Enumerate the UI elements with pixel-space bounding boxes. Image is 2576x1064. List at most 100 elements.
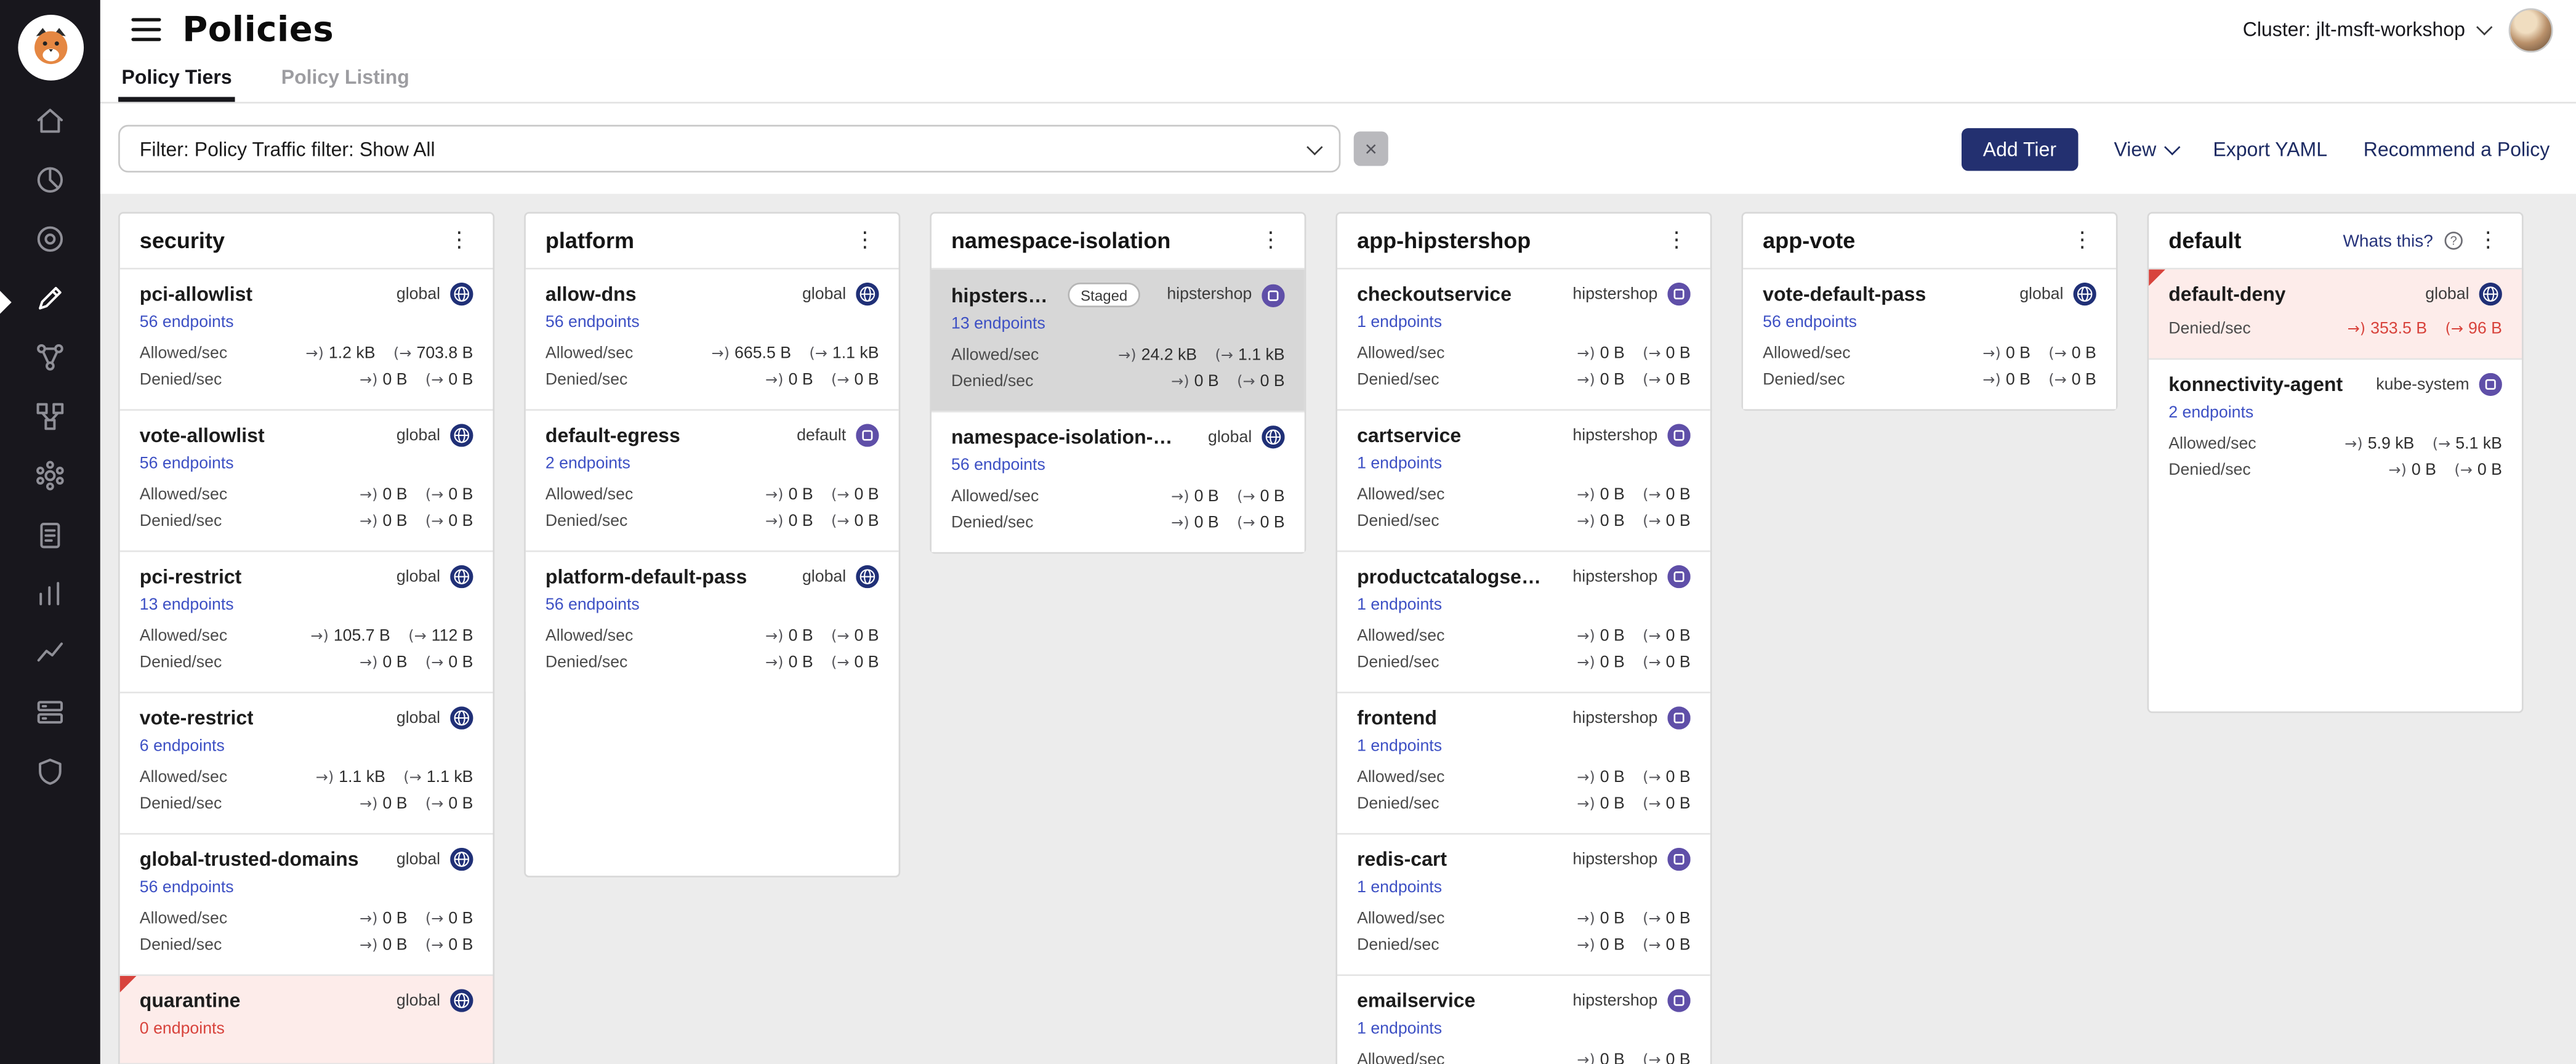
policy-card[interactable]: productcatalogservicehipstershop1 endpoi… <box>1337 552 1710 693</box>
tab-policy-tiers[interactable]: Policy Tiers <box>118 66 235 102</box>
egress-amount: 0 B <box>448 792 473 818</box>
policy-card[interactable]: vote-default-passglobal56 endpointsAllow… <box>1743 270 2116 409</box>
traffic-row: Allowed/sec→)1.1 kB(→1.1 kB <box>140 765 473 792</box>
policy-card[interactable]: checkoutservicehipstershop1 endpointsAll… <box>1337 270 1710 411</box>
tier-header: security⋮ <box>120 214 493 270</box>
ingress-amount: 5.9 kB <box>2368 432 2415 459</box>
policy-card[interactable]: konnectivity-agentkube-system2 endpoints… <box>2149 360 2522 499</box>
ingress-icon: →) <box>1577 509 1595 536</box>
tier-menu-button[interactable]: ⋮ <box>2474 230 2502 252</box>
endpoints-link[interactable]: 56 endpoints <box>140 879 234 897</box>
endpoints-link[interactable]: 1 endpoints <box>1357 597 1442 615</box>
endpoints-link[interactable]: 6 endpoints <box>140 738 225 756</box>
traffic-values: →)0 B(→0 B <box>1577 792 1691 818</box>
ingress-amount: 0 B <box>1600 509 1625 536</box>
policy-card[interactable]: vote-restrictglobal6 endpointsAllowed/se… <box>120 693 493 834</box>
policy-card[interactable]: redis-carthipstershop1 endpointsAllowed/… <box>1337 835 1710 976</box>
endpoints-link[interactable]: 0 endpoints <box>140 1020 225 1038</box>
endpoints-link[interactable]: 56 endpoints <box>1763 314 1857 332</box>
traffic-values: →)0 B(→0 B <box>360 933 473 960</box>
egress-icon: (→ <box>408 624 427 651</box>
policy-card[interactable]: pci-restrictglobal13 endpointsAllowed/se… <box>120 552 493 693</box>
tier-menu-button[interactable]: ⋮ <box>2068 230 2096 252</box>
ingress-amount: 0 B <box>1194 369 1219 396</box>
tier-menu-button[interactable]: ⋮ <box>1257 230 1284 252</box>
endpoints-link[interactable]: 13 endpoints <box>140 597 234 615</box>
egress-value: (→0 B <box>425 933 473 960</box>
ingress-amount: 0 B <box>1600 1048 1625 1064</box>
sidebar-item-security[interactable] <box>0 757 100 794</box>
sidebar-item-activity[interactable] <box>0 639 100 675</box>
sidebar-item-storage[interactable] <box>0 698 100 735</box>
endpoints-link[interactable]: 1 endpoints <box>1357 738 1442 756</box>
endpoints-link[interactable]: 56 endpoints <box>545 597 640 615</box>
egress-value: (→1.1 kB <box>809 342 879 368</box>
policy-card[interactable]: namespace-isolation-default-p...global56… <box>932 413 1305 552</box>
policy-card[interactable]: global-trusted-domainsglobal56 endpoints… <box>120 835 493 976</box>
policy-card[interactable]: pci-allowlistglobal56 endpointsAllowed/s… <box>120 270 493 411</box>
sidebar-item-workloads[interactable] <box>0 462 100 498</box>
ingress-icon: →) <box>360 509 378 536</box>
endpoints-link[interactable]: 1 endpoints <box>1357 879 1442 897</box>
endpoints-link[interactable]: 13 endpoints <box>951 315 1045 333</box>
recommend-policy-link[interactable]: Recommend a Policy <box>2364 137 2550 160</box>
policy-card[interactable]: platform-default-passglobal56 endpointsA… <box>526 552 899 692</box>
sidebar-item-alerts[interactable] <box>0 580 100 616</box>
endpoints-link[interactable]: 56 endpoints <box>140 314 234 332</box>
policy-card[interactable]: emailservicehipstershop1 endpointsAllowe… <box>1337 976 1710 1064</box>
workloads-icon <box>33 458 67 501</box>
endpoints-link[interactable]: 1 endpoints <box>1357 314 1442 332</box>
calico-logo[interactable] <box>17 15 83 81</box>
tier-header-actions: ⋮ <box>1257 230 1284 252</box>
sidebar-item-endpoints[interactable] <box>0 225 100 262</box>
policy-card[interactable]: cartservicehipstershop1 endpointsAllowed… <box>1337 411 1710 552</box>
tier-column: namespace-isolation⋮hipstershop-gh...Sta… <box>930 212 1306 554</box>
cluster-selector[interactable]: Cluster: jlt-msft-workshop <box>2243 18 2489 41</box>
tier-header: namespace-isolation⋮ <box>932 214 1305 270</box>
policy-name: frontend <box>1357 706 1437 729</box>
clear-filter-button[interactable]: × <box>1354 131 1388 166</box>
policy-scope: hipstershop <box>1572 991 1657 1009</box>
endpoints-link[interactable]: 2 endpoints <box>2168 404 2253 422</box>
endpoints-link[interactable]: 1 endpoints <box>1357 455 1442 473</box>
policy-card[interactable]: frontendhipstershop1 endpointsAllowed/se… <box>1337 693 1710 834</box>
endpoints-link[interactable]: 1 endpoints <box>1357 1020 1442 1038</box>
sidebar-item-compliance[interactable] <box>0 521 100 557</box>
ingress-value: →)0 B <box>360 651 408 677</box>
ingress-amount: 353.5 B <box>2370 317 2427 344</box>
policy-card[interactable]: hipstershop-gh...Stagedhipstershop13 end… <box>932 270 1305 413</box>
tier-menu-button[interactable]: ⋮ <box>851 230 879 252</box>
policy-name: pci-restrict <box>140 565 242 588</box>
sidebar-item-home[interactable] <box>0 107 100 143</box>
ingress-amount: 665.5 B <box>735 342 791 368</box>
tier-menu-button[interactable]: ⋮ <box>445 230 473 252</box>
endpoints-link[interactable]: 56 endpoints <box>545 314 640 332</box>
avatar[interactable] <box>2509 7 2553 52</box>
policy-card[interactable]: default-egressdefault2 endpointsAllowed/… <box>526 411 899 552</box>
add-tier-button[interactable]: Add Tier <box>1962 127 2078 170</box>
policy-card[interactable]: allow-dnsglobal56 endpointsAllowed/sec→)… <box>526 270 899 411</box>
sidebar-item-cluster[interactable] <box>0 166 100 203</box>
service-graph-icon <box>33 340 67 382</box>
policy-traffic-filter-select[interactable]: Filter: Policy Traffic filter: Show All <box>118 125 1340 172</box>
policy-name-row: checkoutservicehipstershop <box>1357 283 1691 305</box>
policy-card[interactable]: default-denyglobalDenied/sec→)353.5 B(→9… <box>2149 270 2522 360</box>
endpoints-link[interactable]: 56 endpoints <box>951 457 1045 475</box>
endpoints-link[interactable]: 56 endpoints <box>140 455 234 473</box>
policy-name: allow-dns <box>545 283 637 305</box>
tier-menu-button[interactable]: ⋮ <box>1662 230 1690 252</box>
policy-card[interactable]: vote-allowlistglobal56 endpointsAllowed/… <box>120 411 493 552</box>
endpoints-link[interactable]: 2 endpoints <box>545 455 630 473</box>
view-dropdown[interactable]: View <box>2114 137 2176 160</box>
export-yaml-link[interactable]: Export YAML <box>2213 137 2327 160</box>
policy-card[interactable]: quarantineglobal0 endpoints <box>120 976 493 1064</box>
tier-help-link[interactable]: Whats this? <box>2343 231 2433 251</box>
egress-value: (→0 B <box>1643 509 1691 536</box>
menu-icon[interactable] <box>131 15 161 44</box>
sidebar-item-network[interactable] <box>0 403 100 439</box>
sidebar-item-policies[interactable] <box>0 284 100 321</box>
traffic-label: Denied/sec <box>140 509 222 536</box>
tab-policy-listing[interactable]: Policy Listing <box>278 66 413 102</box>
traffic-label: Denied/sec <box>1763 368 1845 395</box>
sidebar-item-service-graph[interactable] <box>0 344 100 380</box>
